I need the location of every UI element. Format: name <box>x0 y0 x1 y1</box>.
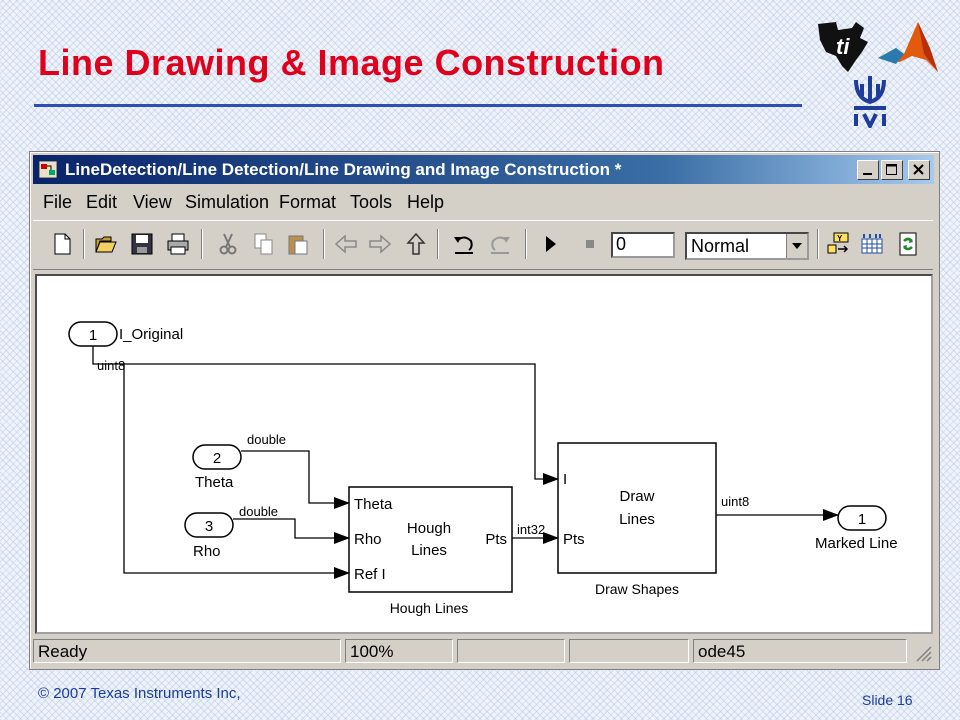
title-divider <box>34 104 802 107</box>
status-zoom: 100% <box>345 639 453 663</box>
outport-marked-line[interactable]: 1 <box>837 505 887 531</box>
print-icon[interactable] <box>165 231 191 257</box>
menu-view[interactable]: View <box>133 192 172 213</box>
signal-label-double-theta: double <box>247 432 286 447</box>
hough-lines-caption: Hough Lines <box>390 600 469 616</box>
university-emblem-icon <box>854 76 886 128</box>
open-icon[interactable] <box>93 231 119 257</box>
svg-text:Draw: Draw <box>619 488 654 505</box>
draw-shapes-block[interactable]: I Pts Draw Lines <box>557 442 717 574</box>
svg-text:I: I <box>563 471 567 488</box>
new-icon[interactable] <box>49 231 75 257</box>
paste-icon[interactable] <box>285 231 311 257</box>
simulink-app-icon <box>39 161 57 178</box>
menu-file[interactable]: File <box>43 192 72 213</box>
inport-theta[interactable]: 2 <box>192 444 242 470</box>
minimize-icon <box>863 173 872 175</box>
stop-icon[interactable] <box>577 231 603 257</box>
model-browser-icon[interactable]: Y <box>825 231 851 257</box>
signal-label-uint8-input: uint8 <box>97 358 125 373</box>
maximize-icon <box>886 164 897 175</box>
status-bar: Ready 100% ode45 <box>33 637 936 665</box>
svg-text:Hough: Hough <box>407 520 451 537</box>
toolbar-separator <box>525 229 527 259</box>
refresh-icon[interactable] <box>895 231 921 257</box>
menu-bar: File Edit View Simulation Format Tools H… <box>33 188 933 216</box>
library-icon[interactable] <box>859 231 885 257</box>
signal-label-int32: int32 <box>517 522 545 537</box>
menu-edit[interactable]: Edit <box>86 192 117 213</box>
play-icon[interactable] <box>537 231 563 257</box>
simulation-mode-select[interactable]: Normal <box>685 232 809 260</box>
back-icon[interactable] <box>333 231 359 257</box>
svg-text:Pts: Pts <box>563 531 585 548</box>
outport-label: Marked Line <box>815 535 898 552</box>
up-icon[interactable] <box>403 231 429 257</box>
svg-text:1: 1 <box>89 327 97 344</box>
draw-shapes-caption: Draw Shapes <box>595 581 679 597</box>
slide-title: Line Drawing & Image Construction <box>38 42 665 83</box>
resize-grip-icon[interactable] <box>913 643 933 663</box>
status-solver: ode45 <box>693 639 907 663</box>
toolbar-separator <box>817 229 819 259</box>
minimize-button[interactable] <box>857 160 879 180</box>
undo-icon[interactable] <box>451 231 477 257</box>
save-icon[interactable] <box>129 231 155 257</box>
close-button[interactable] <box>908 160 930 180</box>
menu-format[interactable]: Format <box>279 192 336 213</box>
matlab-logo-icon <box>878 22 938 72</box>
toolbar: 0 Normal Y <box>33 220 933 270</box>
block-diagram: 1 I_Original uint8 2 Theta double 3 Rho … <box>68 321 898 616</box>
toolbar-separator <box>437 229 439 259</box>
status-state: Ready <box>33 639 341 663</box>
toolbar-separator <box>83 229 85 259</box>
svg-text:ti: ti <box>836 34 850 59</box>
slide-number: Slide 16 <box>862 692 913 708</box>
simulation-mode-value: Normal <box>691 236 750 256</box>
chevron-down-icon[interactable] <box>786 234 807 258</box>
copyright-footer: © 2007 Texas Instruments Inc, <box>38 685 241 702</box>
svg-text:Rho: Rho <box>354 531 382 548</box>
menu-simulation[interactable]: Simulation <box>185 192 269 213</box>
status-empty-2 <box>569 639 689 663</box>
close-icon <box>913 164 924 175</box>
inport-i-label: I_Original <box>119 326 183 343</box>
ti-logo-icon: ti <box>818 22 868 72</box>
hough-lines-block[interactable]: Theta Rho Ref I Hough Lines Pts <box>348 486 513 593</box>
maximize-button[interactable] <box>881 160 903 180</box>
copy-icon[interactable] <box>251 231 277 257</box>
cut-icon[interactable] <box>215 231 241 257</box>
inport-i-original[interactable]: 1 <box>68 321 118 347</box>
svg-text:Pts: Pts <box>485 531 507 548</box>
inport-rho-label: Rho <box>193 543 221 560</box>
svg-text:2: 2 <box>213 450 221 467</box>
status-empty-1 <box>457 639 565 663</box>
svg-text:Lines: Lines <box>619 511 655 528</box>
menu-tools[interactable]: Tools <box>350 192 392 213</box>
signal-label-double-rho: double <box>239 504 278 519</box>
inport-theta-label: Theta <box>195 474 234 491</box>
simulink-window: LineDetection/Line Detection/Line Drawin… <box>29 151 940 670</box>
forward-icon[interactable] <box>367 231 393 257</box>
model-canvas[interactable]: 1 I_Original uint8 2 Theta double 3 Rho … <box>35 274 933 634</box>
signal-label-uint8-output: uint8 <box>721 494 749 509</box>
toolbar-separator <box>201 229 203 259</box>
svg-text:3: 3 <box>205 518 213 535</box>
svg-text:Lines: Lines <box>411 542 447 559</box>
svg-text:1: 1 <box>858 511 866 528</box>
redo-icon[interactable] <box>487 231 513 257</box>
window-title: LineDetection/Line Detection/Line Drawin… <box>65 160 622 179</box>
inport-rho[interactable]: 3 <box>184 512 234 538</box>
window-titlebar[interactable]: LineDetection/Line Detection/Line Drawin… <box>33 155 934 184</box>
svg-text:Ref I: Ref I <box>354 566 386 583</box>
svg-text:Y: Y <box>837 234 843 243</box>
toolbar-separator <box>323 229 325 259</box>
menu-help[interactable]: Help <box>407 192 444 213</box>
svg-text:Theta: Theta <box>354 496 393 513</box>
stop-time-input[interactable]: 0 <box>611 232 675 258</box>
